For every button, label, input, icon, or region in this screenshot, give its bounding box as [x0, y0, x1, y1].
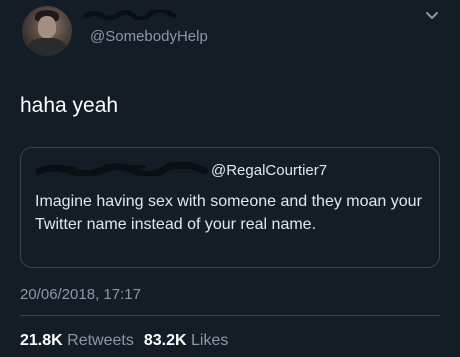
- quoted-tweet-text: Imagine having sex with someone and they…: [35, 193, 422, 233]
- tweet-text: haha yeah: [20, 94, 119, 117]
- retweets-label: Retweets: [67, 332, 134, 349]
- avatar-face: [38, 16, 56, 38]
- engagement-stats: 21.8K Retweets 83.2K Likes: [20, 332, 228, 350]
- author-handle[interactable]: @SomebodyHelp: [90, 28, 208, 45]
- avatar[interactable]: [22, 6, 72, 56]
- tweet-timestamp[interactable]: 20/06/2018, 17:17: [20, 286, 141, 303]
- avatar-body: [28, 38, 66, 56]
- redacted-display-name: [84, 10, 176, 20]
- retweets-count: 21.8K: [20, 332, 63, 349]
- likes-count: 83.2K: [143, 332, 187, 349]
- redacted-quoted-name: [35, 162, 209, 176]
- quoted-tweet[interactable]: @RegalCourtier7 Imagine having sex with …: [20, 147, 440, 268]
- likes-stat[interactable]: 83.2K Likes: [144, 332, 229, 349]
- retweets-stat[interactable]: 21.8K Retweets: [20, 332, 134, 349]
- quoted-author-handle[interactable]: @RegalCourtier7: [211, 162, 327, 179]
- likes-label: Likes: [191, 332, 229, 349]
- tweet-card: @SomebodyHelp haha yeah @RegalCourtier7 …: [0, 0, 460, 357]
- chevron-down-icon[interactable]: [424, 10, 440, 22]
- divider: [20, 315, 440, 316]
